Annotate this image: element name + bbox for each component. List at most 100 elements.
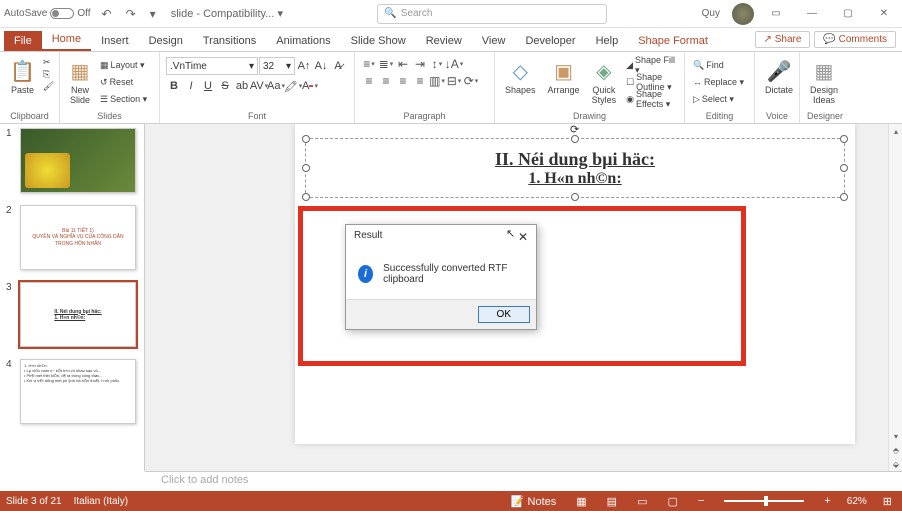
prev-slide-icon[interactable]: ⬘	[889, 443, 902, 457]
slide-thumbnails[interactable]: 1 2 Bài 11 TIẾT 1) QUYỀN VÀ NGHĨA VỤ CỦA…	[0, 124, 145, 471]
copy-icon[interactable]: ⎘	[43, 69, 54, 80]
resize-handle[interactable]	[571, 135, 579, 143]
selected-textbox[interactable]: ⟳ II. Néi dung bµi häc: 1. H«n nh©n:	[305, 138, 845, 198]
notes-pane[interactable]: Click to add notes	[145, 471, 902, 491]
resize-handle[interactable]	[302, 135, 310, 143]
align-text-icon[interactable]: ⊟	[446, 74, 462, 88]
text-direction-icon[interactable]: ↓A	[446, 57, 462, 71]
quick-styles-button[interactable]: ◈Quick Styles	[588, 57, 621, 108]
design-ideas-button[interactable]: ▦Design Ideas	[806, 57, 842, 108]
slide-counter[interactable]: Slide 3 of 21	[6, 496, 62, 507]
find-button[interactable]: 🔍 Find	[691, 57, 746, 73]
smartart-icon[interactable]: ⟳	[463, 74, 479, 88]
tab-review[interactable]: Review	[416, 31, 472, 51]
highlight-icon[interactable]: 🖍	[285, 78, 301, 94]
indent-inc-icon[interactable]: ⇥	[412, 57, 428, 71]
resize-handle[interactable]	[840, 193, 848, 201]
ribbon-display-icon[interactable]: ▭	[762, 4, 790, 24]
replace-button[interactable]: ↔ Replace ▾	[691, 74, 746, 90]
document-title[interactable]: slide - Compatibility... ▾	[171, 7, 283, 20]
change-case-icon[interactable]: Aa	[268, 78, 284, 94]
arrange-button[interactable]: ▣Arrange	[544, 57, 584, 98]
minimize-icon[interactable]: —	[798, 4, 826, 24]
comments-button[interactable]: 💬 Comments	[814, 31, 896, 48]
line-spacing-icon[interactable]: ↕	[429, 57, 445, 71]
tab-insert[interactable]: Insert	[91, 31, 139, 51]
vertical-scrollbar[interactable]: ▴ ▾ ⬘ ⬙	[888, 124, 902, 471]
cut-icon[interactable]: ✂	[43, 57, 54, 68]
thumbnail-3[interactable]: 3 II. Néi dung bµi häc: 1. H«n nh©n:	[6, 282, 138, 347]
rotation-handle-icon[interactable]: ⟳	[570, 124, 580, 133]
clear-format-icon[interactable]: A̷	[330, 58, 346, 74]
decrease-font-icon[interactable]: A↓	[313, 58, 329, 74]
tab-shape-format[interactable]: Shape Format	[628, 31, 718, 51]
fit-window-icon[interactable]: ⊞	[879, 495, 896, 508]
slideshow-view-icon[interactable]: ▢	[663, 495, 681, 508]
next-slide-icon[interactable]: ⬙	[889, 457, 902, 471]
new-slide-button[interactable]: ▦ New Slide	[66, 57, 94, 108]
strike-button[interactable]: S	[217, 78, 233, 94]
char-spacing-icon[interactable]: AV	[251, 78, 267, 94]
dialog-close-icon[interactable]: ✕	[518, 230, 528, 244]
thumbnail-2[interactable]: 2 Bài 11 TIẾT 1) QUYỀN VÀ NGHĨA VỤ CỦA C…	[6, 205, 138, 270]
zoom-level[interactable]: 62%	[847, 496, 867, 507]
zoom-slider[interactable]	[724, 500, 804, 502]
thumbnail-4[interactable]: 4 1. H«n nh©n: • Lµ viÖc nam n÷ kÕt h«n …	[6, 359, 138, 424]
shadow-button[interactable]: ab	[234, 78, 250, 94]
slide-canvas-area[interactable]: ⟳ II. Néi dung bµi häc: 1. H«n nh©n: Res…	[145, 124, 902, 471]
shapes-button[interactable]: ◇Shapes	[501, 57, 540, 98]
file-tab[interactable]: File	[4, 31, 42, 51]
select-button[interactable]: ▷ Select ▾	[691, 91, 746, 107]
align-right-icon[interactable]: ≡	[395, 74, 411, 88]
columns-icon[interactable]: ▥	[429, 74, 445, 88]
font-name-select[interactable]: .VnTime▾	[166, 57, 258, 75]
dictate-button[interactable]: 🎤Dictate	[761, 57, 797, 98]
tab-home[interactable]: Home	[42, 29, 91, 51]
align-center-icon[interactable]: ≡	[378, 74, 394, 88]
avatar[interactable]	[732, 3, 754, 25]
italic-button[interactable]: I	[183, 78, 199, 94]
maximize-icon[interactable]: ▢	[834, 4, 862, 24]
resize-handle[interactable]	[302, 193, 310, 201]
scroll-down-icon[interactable]: ▾	[889, 429, 902, 443]
reset-button[interactable]: ↺ Reset	[98, 74, 149, 90]
resize-handle[interactable]	[302, 164, 310, 172]
reading-view-icon[interactable]: ▭	[633, 495, 651, 508]
indent-dec-icon[interactable]: ⇤	[395, 57, 411, 71]
bullets-icon[interactable]: ≡	[361, 57, 377, 71]
tab-view[interactable]: View	[472, 31, 516, 51]
share-button[interactable]: ↗ Share	[755, 31, 811, 48]
increase-font-icon[interactable]: A↑	[296, 58, 312, 74]
ok-button[interactable]: OK	[478, 306, 530, 323]
notes-toggle[interactable]: 📝 Notes	[507, 495, 561, 508]
bold-button[interactable]: B	[166, 78, 182, 94]
redo-icon[interactable]: ↷	[123, 7, 139, 21]
tab-developer[interactable]: Developer	[515, 31, 585, 51]
numbering-icon[interactable]: ≣	[378, 57, 394, 71]
tab-animations[interactable]: Animations	[266, 31, 340, 51]
search-input[interactable]: 🔍 Search	[377, 4, 607, 24]
user-name[interactable]: Quy	[702, 8, 720, 19]
language-status[interactable]: Italian (Italy)	[74, 496, 128, 507]
zoom-in-icon[interactable]: +	[820, 495, 834, 507]
normal-view-icon[interactable]: ▦	[572, 495, 590, 508]
tab-transitions[interactable]: Transitions	[193, 31, 266, 51]
close-icon[interactable]: ✕	[870, 4, 898, 24]
align-left-icon[interactable]: ≡	[361, 74, 377, 88]
tab-slideshow[interactable]: Slide Show	[341, 31, 416, 51]
shape-effects-button[interactable]: ◉ Shape Effects ▾	[624, 91, 678, 107]
thumbnail-1[interactable]: 1	[6, 128, 138, 193]
font-color-icon[interactable]: A	[302, 78, 318, 94]
sorter-view-icon[interactable]: ▤	[603, 495, 621, 508]
layout-button[interactable]: ▦ Layout ▾	[98, 57, 149, 73]
undo-icon[interactable]: ↶	[99, 7, 115, 21]
tab-design[interactable]: Design	[139, 31, 193, 51]
scroll-up-icon[interactable]: ▴	[889, 124, 902, 138]
justify-icon[interactable]: ≡	[412, 74, 428, 88]
tab-help[interactable]: Help	[586, 31, 629, 51]
underline-button[interactable]: U	[200, 78, 216, 94]
section-button[interactable]: ☰ Section ▾	[98, 91, 149, 107]
format-painter-icon[interactable]: 🖌	[43, 81, 54, 92]
resize-handle[interactable]	[840, 135, 848, 143]
resize-handle[interactable]	[840, 164, 848, 172]
